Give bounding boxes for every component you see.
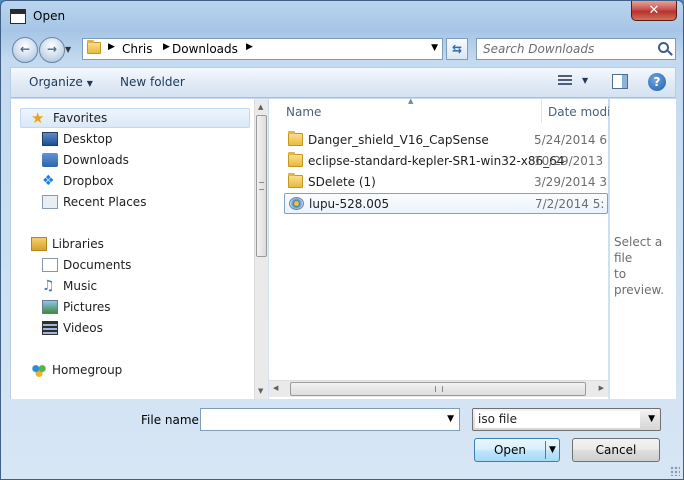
file-type-select[interactable]: iso file ▼ [472,408,661,431]
nav-item-label: Downloads [63,153,129,167]
resize-grip[interactable] [670,466,680,476]
recent-pages-dropdown-icon[interactable]: ▼ [65,45,71,54]
documents-icon [42,258,58,272]
nav-item-label: Desktop [63,132,113,146]
file-name: Danger_shield_V16_CapSense [308,133,489,147]
homegroup-icon [31,363,47,377]
nav-item-label: Pictures [63,300,111,314]
breadcrumb-chris[interactable]: Chris [122,42,153,56]
nav-item-label: Homegroup [52,363,123,377]
navigation-pane: ★ Favorites Desktop Downloads ❖ Dropbox … [10,99,268,399]
window-icon [10,9,26,24]
cancel-button[interactable]: Cancel [572,438,660,462]
file-name: SDelete (1) [308,175,376,189]
new-folder-button[interactable]: New folder [120,75,185,89]
file-row[interactable]: eclipse-standard-kepler-SR1-win32-x86_64… [284,151,608,172]
forward-button[interactable] [39,37,65,63]
star-icon: ★ [31,109,45,127]
preview-pane-toggle-icon[interactable] [612,74,628,89]
back-button[interactable] [12,37,38,63]
folder-icon [288,131,303,146]
file-name: eclipse-standard-kepler-SR1-win32-x86_64 [308,154,565,168]
nav-item-label: Dropbox [63,174,114,188]
open-button-label: Open [493,443,527,457]
file-row[interactable]: SDelete (1) 3/29/2014 3 [284,172,608,193]
open-options-dropdown-icon[interactable]: ▼ [549,445,556,455]
file-name: lupu-528.005 [309,197,390,211]
chevron-right-icon[interactable]: ▶ [108,42,115,52]
file-list-horizontal-scrollbar[interactable]: ◀ ▶ [269,380,608,397]
file-date: 5/24/2014 6 [534,133,607,147]
change-view-icon[interactable] [558,75,572,87]
chevron-right-icon[interactable]: ▶ [163,42,170,52]
nav-item-label: Documents [63,258,132,272]
chevron-down-icon: ▼ [86,79,93,88]
search-icon [658,42,669,53]
file-date: 7/2/2014 5: [535,197,605,211]
refresh-button[interactable]: ⇆ [446,38,468,60]
search-input[interactable] [477,39,652,59]
preview-message-line: to preview. [614,267,665,297]
search-box[interactable] [476,38,676,60]
close-button[interactable]: ✕ [631,1,677,21]
dropbox-icon: ❖ [42,173,55,189]
scroll-up-icon[interactable]: ▲ [258,103,263,111]
scroll-thumb[interactable] [290,382,586,396]
folder-icon [288,173,303,188]
open-dialog: Open ✕ ▼ ▶ Chris ▶ Downloads ▶ ▼ ⇆ Organ… [0,0,684,480]
window-title: Open [33,9,66,23]
videos-icon [42,321,58,335]
scroll-left-icon[interactable]: ◀ [273,384,278,392]
help-icon[interactable]: ? [648,73,666,91]
scroll-down-icon[interactable]: ▼ [258,387,263,395]
split-divider [545,441,546,459]
preview-message-line: Select a file [614,235,663,265]
file-row[interactable]: lupu-528.005 7/2/2014 5: [284,193,608,214]
chevron-down-icon[interactable]: ▼ [648,414,655,424]
music-icon: ♫ [42,278,55,294]
column-header-name[interactable]: Name [286,105,321,119]
application-icon [289,197,304,210]
scroll-right-icon[interactable]: ▶ [599,384,604,392]
file-date: 10/29/2013 [534,154,604,168]
open-button[interactable]: Open ▼ [474,438,560,462]
file-date: 3/29/2014 3 [534,175,607,189]
nav-scrollbar[interactable]: ▲ ▼ [254,99,268,399]
nav-item-label: Recent Places [63,195,147,209]
view-options-dropdown-icon[interactable]: ▼ [582,76,588,85]
organize-label: Organize [29,75,83,89]
nav-item-label: Libraries [52,237,104,251]
address-history-dropdown-icon[interactable]: ▼ [431,43,438,53]
title-bar: Open ✕ [1,1,684,33]
file-name-input[interactable] [201,409,437,430]
preview-pane: Select a file to preview. [609,99,676,399]
file-name-label: File name: [141,413,203,427]
preview-message: Select a file to preview. [614,234,676,298]
downloads-icon [42,153,58,167]
pictures-icon [42,300,58,314]
address-bar[interactable]: ▶ Chris ▶ Downloads ▶ ▼ [82,38,443,60]
file-list: ▲ Name Date modif Danger_shield_V16_CapS… [269,97,615,399]
folder-icon [87,40,101,54]
sort-ascending-icon: ▲ [408,97,414,105]
file-name-combobox[interactable]: ▼ [200,408,460,431]
chevron-down-icon[interactable]: ▼ [447,414,454,424]
chevron-right-icon[interactable]: ▶ [246,42,253,52]
file-row[interactable]: Danger_shield_V16_CapSense 5/24/2014 6 [284,130,608,151]
command-bar: Organize ▼ New folder ▼ ? [10,67,676,98]
scroll-thumb[interactable] [256,115,267,257]
desktop-icon [42,132,58,146]
nav-item-favorites[interactable]: ★ Favorites [20,108,250,128]
recent-places-icon [42,195,58,209]
nav-item-label: Videos [63,321,103,335]
organize-button[interactable]: Organize ▼ [29,75,93,89]
column-header-date-modified[interactable]: Date modif [548,105,615,119]
breadcrumb-downloads[interactable]: Downloads [172,42,238,56]
column-divider[interactable] [541,99,542,123]
folder-icon [288,152,303,167]
nav-item-label: Music [63,279,98,293]
nav-item-label: Favorites [53,111,108,125]
libraries-icon [31,237,47,251]
file-type-value: iso file [475,411,640,428]
